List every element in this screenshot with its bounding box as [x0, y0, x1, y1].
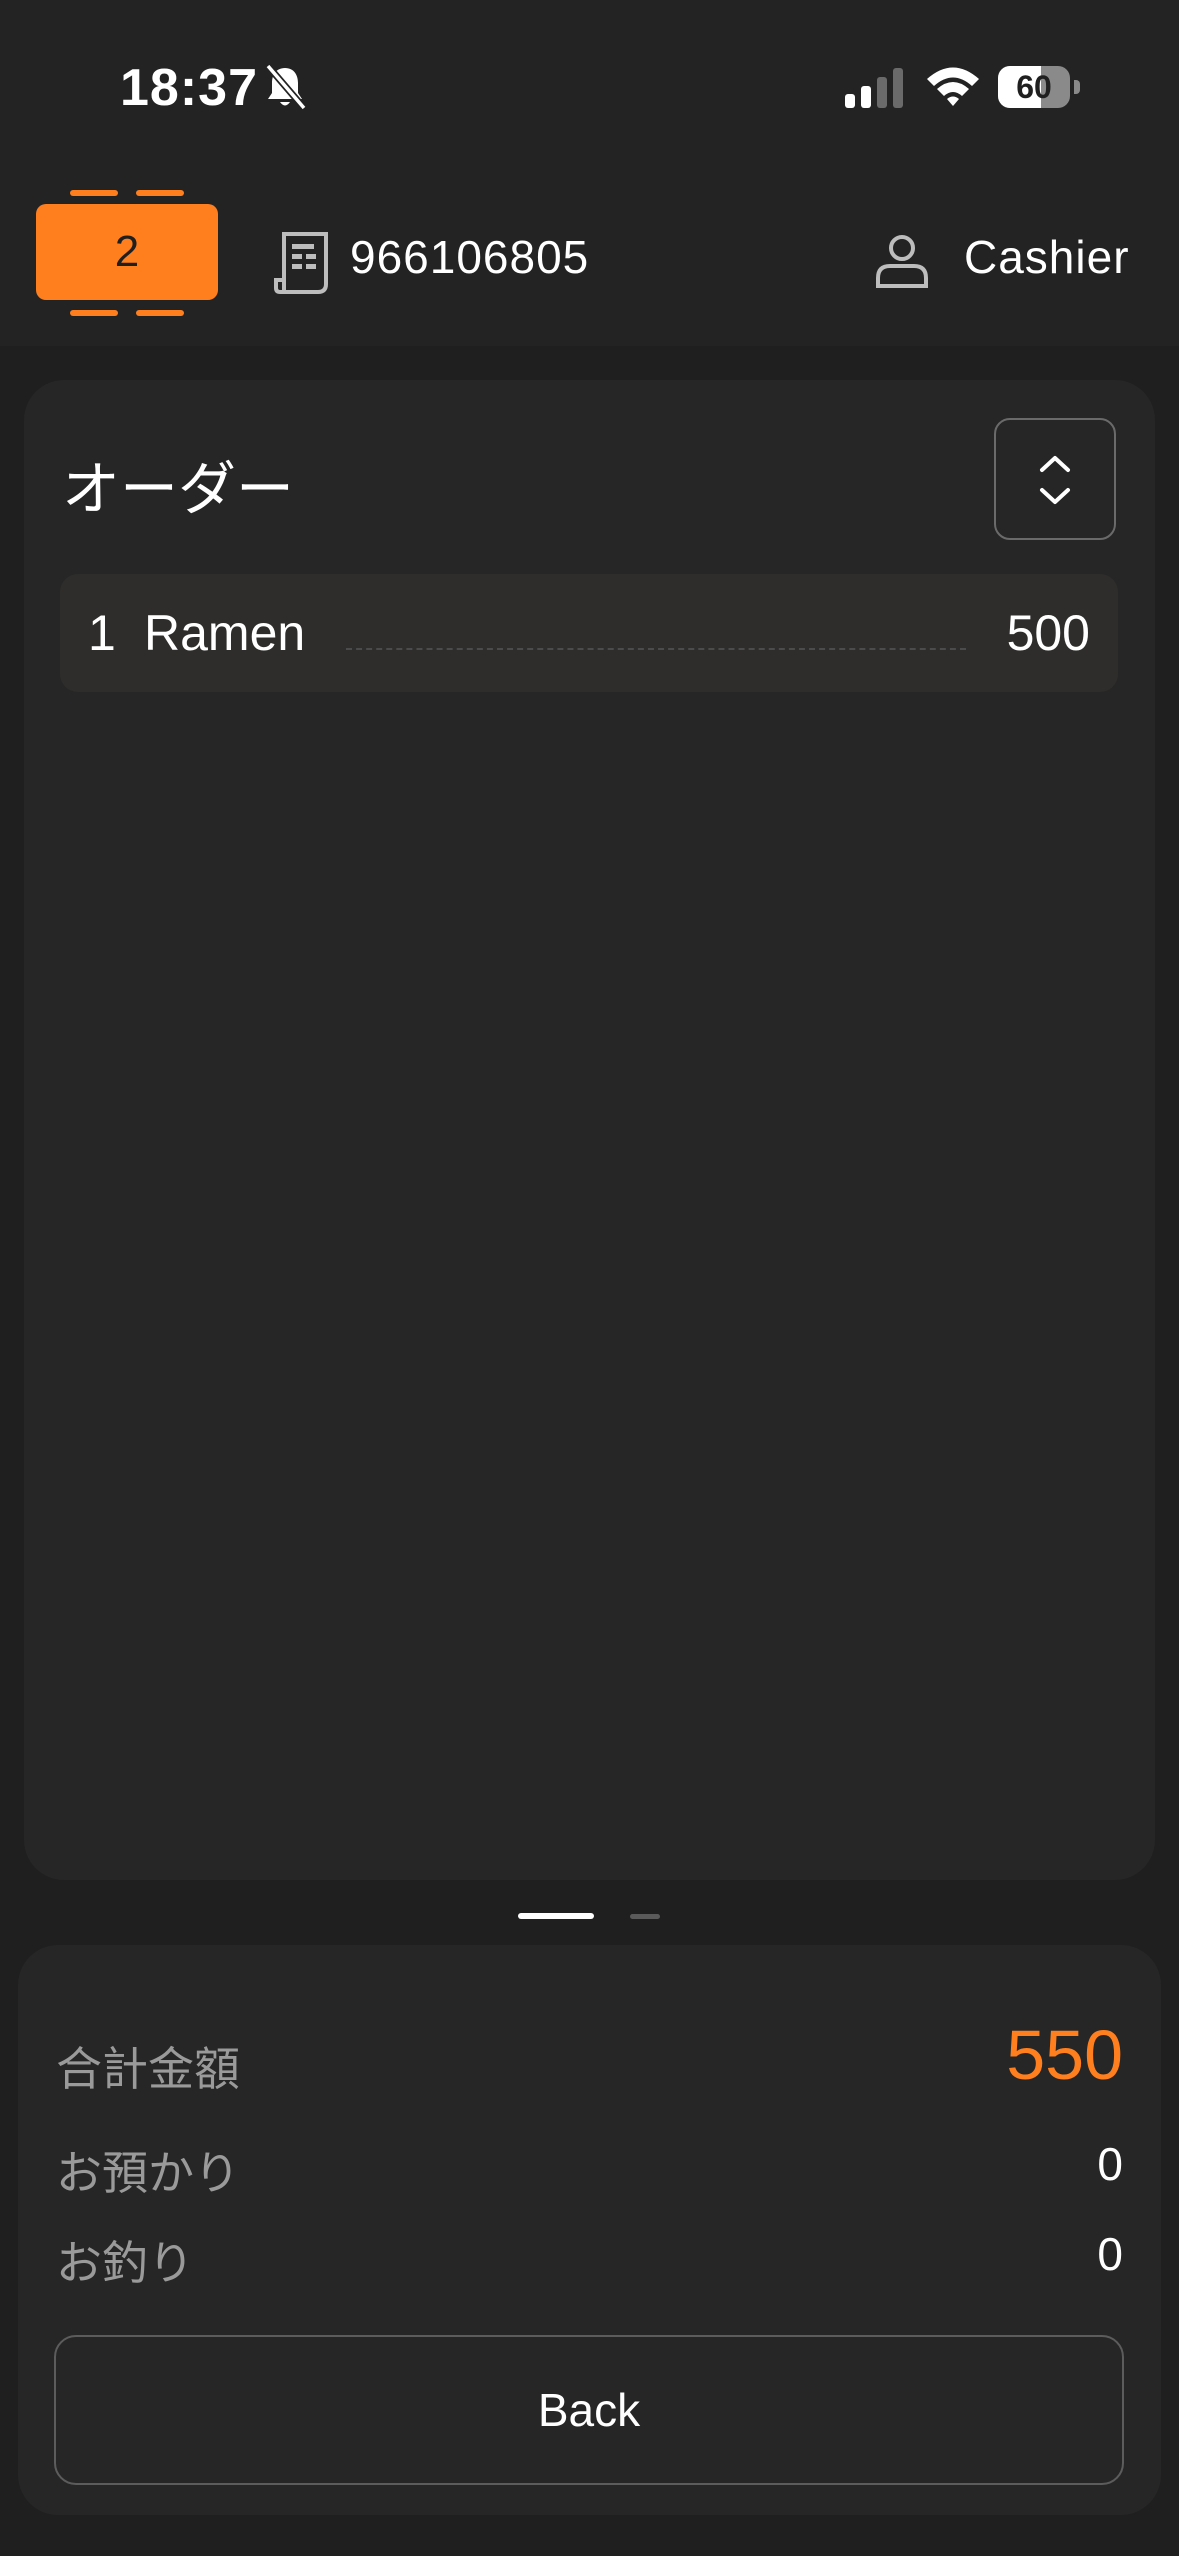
table-chair-top-left	[70, 190, 118, 196]
user-role[interactable]: Cashier	[964, 230, 1130, 284]
item-leader-line	[346, 648, 966, 650]
status-bar: 18:37 60	[0, 0, 1179, 160]
table-chair-bottom-right	[136, 310, 184, 316]
total-amount: 550	[1006, 2016, 1123, 2094]
item-quantity: 1	[88, 605, 116, 661]
cellular-signal-icon	[845, 68, 903, 108]
received-label: お預かり	[56, 2147, 240, 2199]
sort-toggle-button[interactable]	[994, 418, 1116, 540]
header-bar: 2 966106805 Cashier	[0, 160, 1179, 346]
order-number: 966106805	[350, 231, 590, 283]
battery-body: 60	[998, 66, 1070, 108]
battery-nub	[1074, 80, 1080, 94]
change-label: お釣り	[56, 2237, 194, 2289]
pager-dot-inactive[interactable]	[630, 1914, 660, 1919]
table-chair-top-right	[136, 190, 184, 196]
item-name: Ramen	[144, 605, 306, 661]
order-item-row[interactable]: 1 Ramen 500	[60, 574, 1118, 692]
receipt-icon	[274, 232, 328, 294]
table-number: 2	[114, 227, 140, 276]
table-chair-bottom-left	[70, 310, 118, 316]
bell-slash-icon	[265, 63, 307, 111]
change-amount: 0	[1097, 2228, 1123, 2280]
order-title: オーダー	[62, 457, 295, 522]
user-icon	[876, 235, 928, 288]
battery-percent: 60	[1016, 69, 1052, 105]
back-button[interactable]: Back	[54, 2335, 1124, 2485]
wifi-icon	[927, 67, 979, 106]
received-amount: 0	[1097, 2138, 1123, 2190]
chevron-up-down-icon	[1040, 456, 1070, 504]
total-label: 合計金額	[56, 2043, 240, 2095]
table-icon[interactable]: 2	[36, 190, 218, 318]
status-time: 18:37	[120, 59, 258, 117]
order-panel: オーダー 1 Ramen 500	[24, 380, 1155, 1880]
battery-icon: 60	[998, 66, 1080, 108]
pager-dot-active[interactable]	[518, 1913, 594, 1919]
item-price: 500	[1006, 605, 1090, 661]
totals-panel: 合計金額 550 お預かり 0 お釣り 0 Back	[18, 1945, 1161, 2515]
